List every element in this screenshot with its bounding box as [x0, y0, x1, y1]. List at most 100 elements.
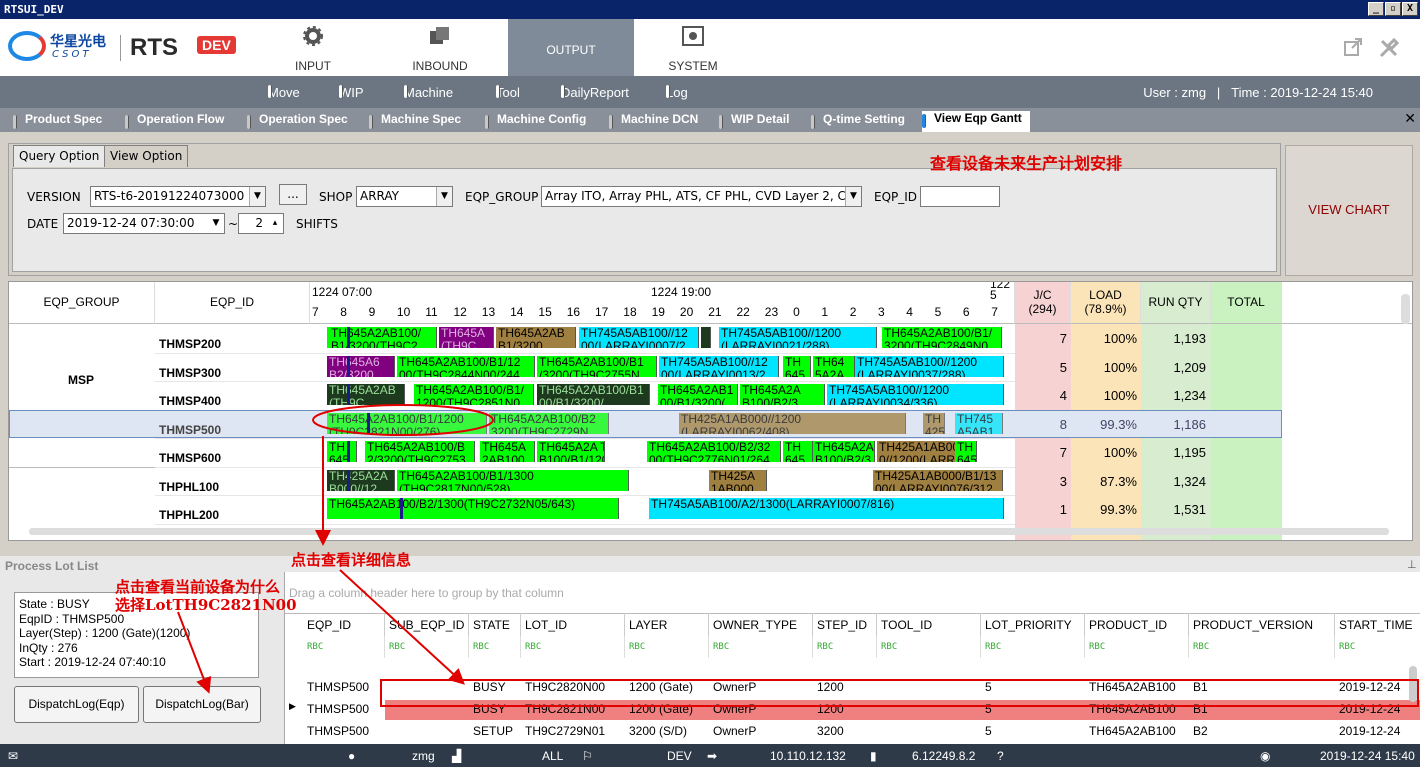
gantt-bar[interactable]: TH 425	[923, 412, 945, 434]
gantt-bar[interactable]: TH645A2AB100/B1/ 1200(TH9C2851N0	[414, 384, 534, 405]
gantt-bar[interactable]: TH 645	[955, 441, 977, 462]
tab-operation-flow[interactable]: Operation Flow	[125, 112, 224, 132]
grid-col-header[interactable]: STEP_ID	[813, 613, 877, 636]
gantt-bar[interactable]: TH645A2A B100/B2/3	[740, 384, 825, 405]
gantt-bar[interactable]: TH645A2AB100/B 2/3200(TH9C2753	[365, 441, 475, 462]
gantt-bar[interactable]: TH645A2AB100/ B1/3200(TH9C2	[329, 327, 437, 348]
eqp-id-cell[interactable]: THMSP400	[159, 394, 221, 408]
settings-tools-icon[interactable]	[1378, 37, 1400, 59]
maximize-button[interactable]: ▫	[1385, 2, 1401, 16]
grid-filter-cell[interactable]: RBC	[625, 636, 709, 658]
gantt-bar[interactable]: TH645A2AB (TH9C	[327, 384, 405, 405]
eqp-id-cell[interactable]: THPHL100	[159, 480, 219, 494]
gantt-bar[interactable]: TH645A2AB100/B2/1300(TH9C2732N05/643)	[327, 498, 619, 519]
eqp-id-cell[interactable]: THMSP200	[159, 337, 221, 351]
eqp-id-cell[interactable]: THMSP600	[159, 451, 221, 465]
col-header-load[interactable]: LOAD (78.9%)	[1071, 282, 1141, 324]
grid-filter-cell[interactable]: RBC	[709, 636, 813, 658]
grid-filter-cell[interactable]: RBC	[813, 636, 877, 658]
external-link-icon[interactable]	[1343, 37, 1363, 57]
grid-col-header[interactable]: SUB_EQP_ID	[385, 613, 469, 636]
tab-product-spec[interactable]: Product Spec	[13, 112, 102, 132]
gantt-bar[interactable]: TH 645	[783, 441, 813, 462]
grid-filter-cell[interactable]: RBC	[1085, 636, 1189, 658]
gantt-bar[interactable]: TH745A5AB100//1200 (LARRAYI0037/288)	[855, 355, 1004, 377]
gantt-bar[interactable]: TH645A2AB1 00/B1/3200(	[658, 384, 738, 405]
main-tab-output[interactable]: OUTPUT	[508, 19, 634, 76]
browse-button[interactable]: ...	[279, 184, 307, 205]
gantt-hscroll[interactable]	[29, 528, 1389, 535]
gantt-bar[interactable]: TH645A2AB100/B1/12 00(TH9C2844N00/244	[397, 355, 535, 377]
grid-col-header[interactable]: LAYER	[625, 613, 709, 636]
dispatch-log-eqp-button[interactable]: DispatchLog(Eqp)	[14, 686, 139, 723]
subnav-item-log[interactable]: Log	[666, 85, 688, 100]
eqp-id-input[interactable]	[920, 186, 1000, 207]
tab-machine-spec[interactable]: Machine Spec	[369, 112, 461, 132]
gantt-bar[interactable]: TH645A2AB100/B2/32 00(TH9C2776N01/264	[647, 441, 781, 462]
gantt-bar[interactable]: TH645A2AB100/B1 /3200(TH9C2755N	[537, 355, 657, 377]
tab-wip-detail[interactable]: WIP Detail	[719, 112, 789, 132]
gantt-bar[interactable]: TH425A 1AB000	[709, 469, 767, 491]
shop-select[interactable]: ARRAY ▼	[356, 186, 453, 207]
gantt-bar[interactable]: TH745A5AB100//1200 (LARRAYI0034/336)	[827, 384, 1004, 405]
grid-vscroll[interactable]	[1409, 666, 1417, 702]
gantt-bar[interactable]: TH425A1AB000/B1/13 00(LARRAYI0076/312	[873, 469, 1003, 491]
pin-icon[interactable]: ⊥	[1407, 558, 1417, 571]
tab-query-option[interactable]: Query Option	[13, 145, 106, 167]
grid-col-header[interactable]: EQP_ID	[303, 613, 385, 636]
col-header-total[interactable]: TOTAL	[1211, 282, 1282, 324]
gantt-bar[interactable]: TH745A5AB100//1200 (LARRAYI0021/288)	[719, 327, 877, 348]
gantt-bar[interactable]: TH645A2AB B1/3200	[496, 327, 576, 348]
gantt-bar[interactable]: TH745A5AB100//12 00(LARRAYI0007/2	[579, 327, 699, 348]
gantt-bar[interactable]: TH645A2A B100/B2/3	[813, 441, 875, 462]
gantt-bar[interactable]: TH645A (TH9C	[439, 327, 494, 348]
close-window-button[interactable]: X	[1402, 2, 1418, 16]
eqp-id-cell[interactable]: THPHL200	[159, 508, 219, 522]
gantt-bar[interactable]: TH645A6 B2/3200	[327, 355, 395, 377]
tab-machine-dcn[interactable]: Machine DCN	[609, 112, 698, 132]
grid-col-header[interactable]: LOT_ID	[521, 613, 625, 636]
main-tab-input[interactable]: INPUT	[250, 19, 376, 76]
grid-col-header[interactable]: PRODUCT_VERSION	[1189, 613, 1335, 636]
grid-col-header[interactable]: PRODUCT_ID	[1085, 613, 1189, 636]
grid-col-header[interactable]: START_TIME	[1335, 613, 1420, 636]
col-header-jc[interactable]: J/C (294)	[1015, 282, 1071, 324]
help-icon[interactable]: ?	[997, 749, 1004, 763]
grid-filter-cell[interactable]: RBC	[981, 636, 1085, 658]
date-picker[interactable]: 2019-12-24 07:30:00 ▼	[63, 213, 225, 234]
tab-machine-config[interactable]: Machine Config	[485, 112, 586, 132]
shifts-stepper[interactable]: 2 ▴	[238, 213, 284, 234]
minimize-button[interactable]: _	[1368, 2, 1384, 16]
grid-filter-cell[interactable]: RBC	[877, 636, 981, 658]
gantt-bar[interactable]: TH 645	[327, 441, 357, 462]
grid-col-header[interactable]: STATE	[469, 613, 521, 636]
view-chart-button[interactable]: VIEW CHART	[1285, 145, 1413, 276]
grid-filter-cell[interactable]: RBC	[1335, 636, 1420, 658]
grid-filter-cell[interactable]: RBC	[385, 636, 469, 658]
tab-operation-spec[interactable]: Operation Spec	[247, 112, 348, 132]
subnav-item-dailyreport[interactable]: DailyReport	[561, 85, 629, 100]
gantt-bar[interactable]: TH425A1AB000//1200 (LARRAYI0062/408)	[679, 412, 906, 434]
gantt-bar[interactable]: TH64 5A2A	[813, 355, 855, 377]
mail-icon[interactable]: ✉	[8, 749, 18, 763]
grid-col-header[interactable]: TOOL_ID	[877, 613, 981, 636]
gantt-bar[interactable]: TH 645	[783, 355, 811, 377]
gantt-bar[interactable]: TH745A5AB100//12 00(LARRAYI0013/2	[659, 355, 779, 377]
version-select[interactable]: RTS-t6-20191224073000 ▼	[90, 186, 266, 207]
gantt-bar[interactable]: TH745 A5AB1	[955, 412, 1003, 434]
gantt-bar[interactable]	[701, 327, 711, 348]
subnav-item-tool[interactable]: Tool	[496, 85, 520, 100]
gantt-bar[interactable]: TH645A2AB100/B1/ 3200(TH9C2849N0	[882, 327, 1002, 348]
main-tab-inbound[interactable]: INBOUND	[377, 19, 503, 76]
gantt-bar[interactable]: TH425A1AB00 0//1200(LARR	[877, 441, 957, 462]
subnav-item-move[interactable]: Move	[268, 85, 300, 100]
eqp-id-cell[interactable]: THMSP300	[159, 366, 221, 380]
subnav-item-wip[interactable]: WIP	[339, 85, 364, 100]
col-header-eqp-group[interactable]: EQP_GROUP	[9, 282, 155, 324]
close-tab-icon[interactable]: ✕	[1404, 111, 1416, 127]
gantt-bar[interactable]: TH645A2AB100/B1 00/B1/3200/	[537, 384, 650, 405]
col-header-run-qty[interactable]: RUN QTY	[1141, 282, 1211, 324]
grid-filter-cell[interactable]: RBC	[469, 636, 521, 658]
tab-view-option[interactable]: View Option	[104, 145, 189, 167]
tab-view-eqp-gantt[interactable]: View Eqp Gantt	[922, 111, 1030, 132]
